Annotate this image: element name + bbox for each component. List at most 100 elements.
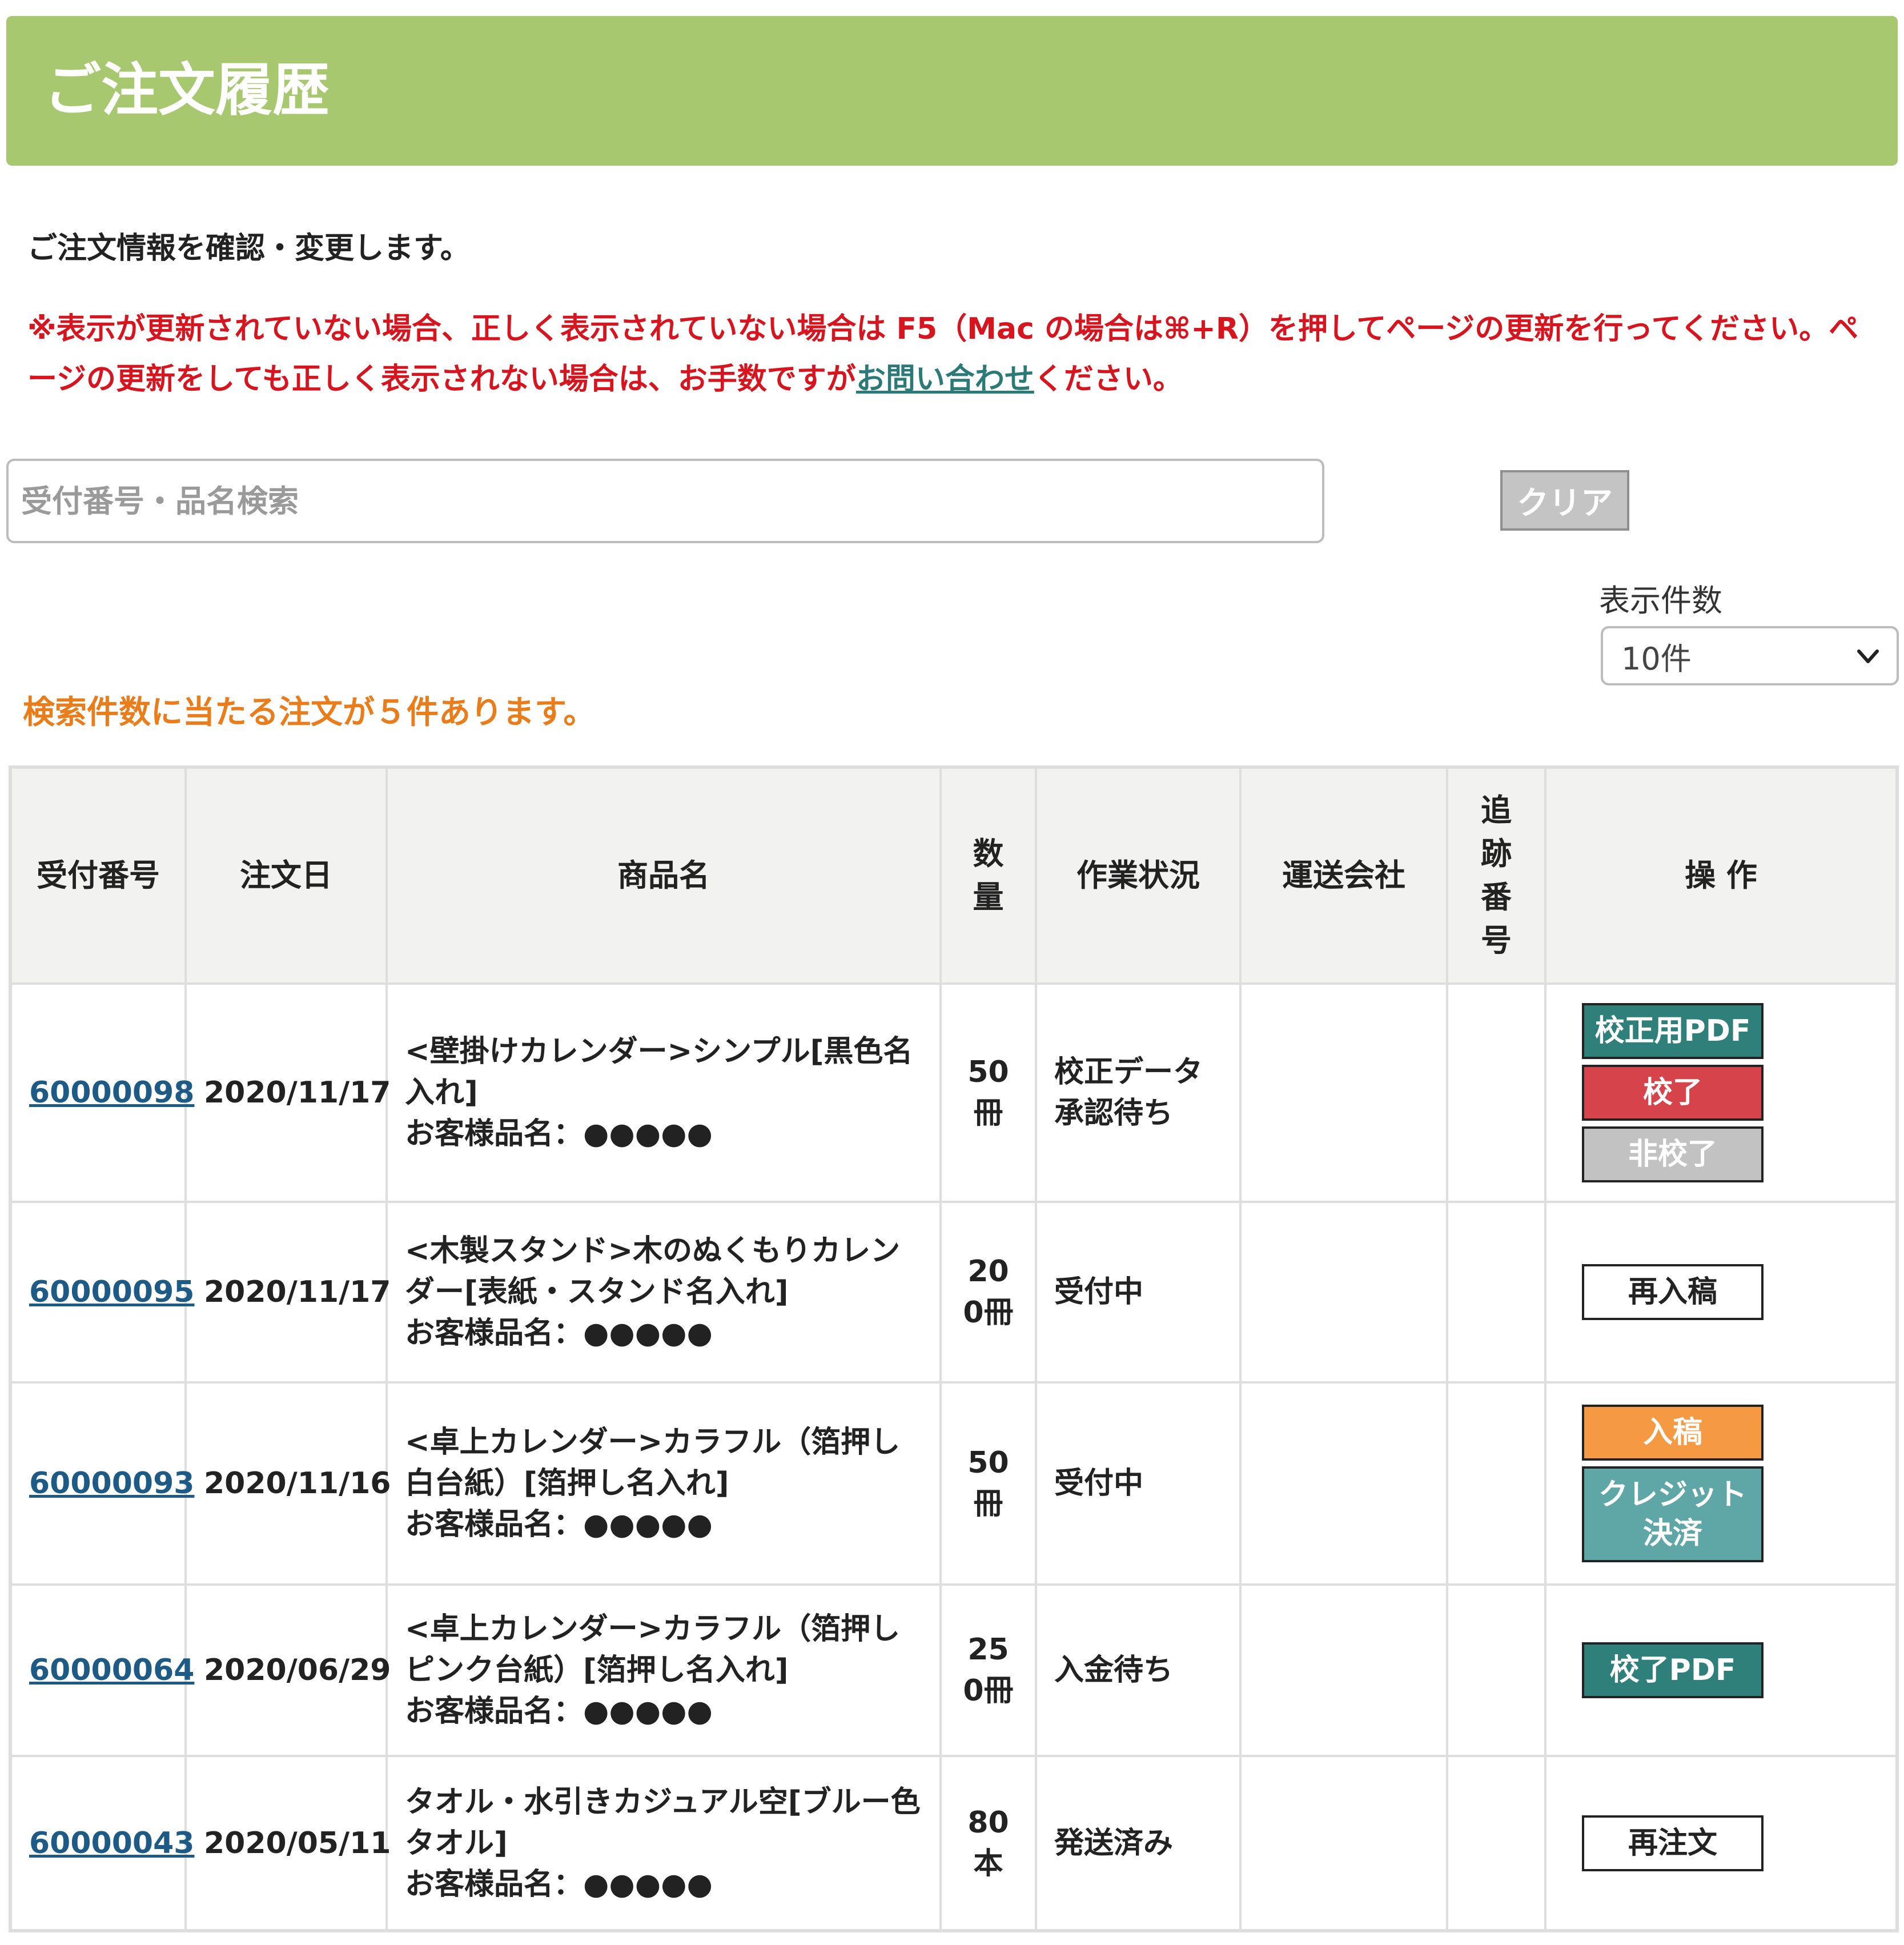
table-header-row: 受付番号 注文日 商品名 数量 作業状況 運送会社 追跡番号 操 作 [9, 766, 1898, 985]
order-number-link[interactable]: 60000093 [29, 1466, 194, 1501]
work-status: 受付中 [1035, 1381, 1242, 1586]
quantity: 50冊 [967, 1055, 1009, 1130]
customer-product-name: お客様品名：●●●●● [405, 1867, 713, 1902]
order-no-cell: 60000064 [9, 1583, 194, 1757]
final-pdf-button[interactable]: 校了PDF [1582, 1642, 1764, 1698]
upload-button[interactable]: 入稿 [1582, 1405, 1764, 1461]
approve-proof-button[interactable]: 校了 [1582, 1065, 1764, 1121]
order-no-cell: 60000098 [9, 982, 194, 1203]
tracking-number [1446, 1583, 1547, 1757]
actions-cell: 校正用PDF 校了 非校了 [1544, 982, 1898, 1203]
col-header-quantity: 数量 [939, 766, 1037, 985]
product-cell: <卓上カレンダー>カラフル（箔押しピンク台紙）[箔押し名入れ] お客様品名：●●… [385, 1583, 942, 1757]
contact-link[interactable]: お問い合わせ [856, 362, 1034, 396]
resubmit-button[interactable]: 再入稿 [1582, 1264, 1764, 1320]
order-number-link[interactable]: 60000064 [29, 1653, 194, 1687]
tracking-number [1446, 1755, 1547, 1932]
order-date: 2020/06/29 [184, 1583, 391, 1757]
product-cell: タオル・水引きカジュアル空[ブルー色タオル] お客様品名：●●●●● [385, 1755, 942, 1932]
col-header-product: 商品名 [385, 766, 942, 985]
order-date: 2020/11/17 [184, 1201, 391, 1383]
product-name: <木製スタンド>木のぬくもりカレンダー[表紙・スタンド名入れ] [405, 1234, 901, 1309]
reorder-button[interactable]: 再注文 [1582, 1815, 1764, 1871]
product-cell: <壁掛けカレンダー>シンプル[黒色名入れ] お客様品名：●●●●● [385, 982, 942, 1203]
tracking-header-text: 追跡番号 [1481, 792, 1512, 959]
carrier [1239, 1583, 1448, 1757]
search-input[interactable] [6, 459, 1324, 543]
product-name: <卓上カレンダー>カラフル（箔押しピンク台紙）[箔押し名入れ] [405, 1612, 901, 1687]
product-cell: <卓上カレンダー>カラフル（箔押し白台紙）[箔押し名入れ] お客様品名：●●●●… [385, 1381, 942, 1586]
customer-product-name: お客様品名：●●●●● [405, 1117, 713, 1151]
quantity: 250冊 [963, 1633, 1014, 1708]
carrier [1239, 982, 1448, 1203]
customer-product-name: お客様品名：●●●●● [405, 1316, 713, 1350]
col-header-order-date: 注文日 [184, 766, 388, 985]
quantity-cell: 50冊 [939, 982, 1037, 1203]
quantity: 80本 [967, 1805, 1009, 1881]
actions-cell: 再入稿 [1544, 1201, 1898, 1383]
work-status: 入金待ち [1035, 1583, 1242, 1757]
order-no-cell: 60000095 [9, 1201, 194, 1383]
customer-product-name: お客様品名：●●●●● [405, 1507, 713, 1542]
page-title: ご注文履歴 [44, 57, 330, 123]
action-buttons: 校了PDF [1564, 1642, 1878, 1698]
action-buttons: 再入稿 [1564, 1264, 1878, 1320]
tracking-number [1446, 1381, 1547, 1586]
order-date: 2020/11/17 [184, 982, 391, 1203]
col-header-order-no: 受付番号 [9, 766, 187, 985]
work-status: 受付中 [1035, 1201, 1242, 1383]
quantity-cell: 80本 [939, 1755, 1037, 1932]
orders-table: 受付番号 注文日 商品名 数量 作業状況 運送会社 追跡番号 操 作 60000… [9, 765, 1899, 1932]
col-header-tracking: 追跡番号 [1446, 766, 1547, 985]
actions-cell: 校了PDF [1544, 1583, 1898, 1757]
work-status: 校正データ承認待ち [1035, 982, 1242, 1203]
product-name: タオル・水引きカジュアル空[ブルー色タオル] [405, 1784, 921, 1860]
order-date: 2020/05/11 [184, 1755, 391, 1932]
order-number-link[interactable]: 60000095 [29, 1275, 194, 1309]
order-number-link[interactable]: 60000043 [29, 1826, 194, 1860]
table-row: 60000064 2020/06/29 <卓上カレンダー>カラフル（箔押しピンク… [9, 1583, 1898, 1757]
actions-cell: 入稿 クレジット決済 [1544, 1381, 1898, 1586]
quantity: 200冊 [963, 1254, 1014, 1330]
chevron-down-icon [1857, 649, 1879, 663]
credit-payment-button[interactable]: クレジット決済 [1582, 1466, 1764, 1562]
quantity-cell: 50冊 [939, 1381, 1037, 1586]
table-row: 60000095 2020/11/17 <木製スタンド>木のぬくもりカレンダー[… [9, 1201, 1898, 1383]
page-size-select[interactable]: 10件 [1601, 626, 1899, 685]
tracking-number [1446, 982, 1547, 1203]
quantity-cell: 200冊 [939, 1201, 1037, 1383]
table-row: 60000043 2020/05/11 タオル・水引きカジュアル空[ブルー色タオ… [9, 1755, 1898, 1932]
page-size-label: 表示件数 [1599, 583, 1722, 619]
table-row: 60000093 2020/11/16 <卓上カレンダー>カラフル（箔押し白台紙… [9, 1381, 1898, 1586]
order-date: 2020/11/16 [184, 1381, 391, 1586]
notice-text-end: ください。 [1034, 362, 1183, 396]
order-no-cell: 60000093 [9, 1381, 194, 1586]
quantity-cell: 250冊 [939, 1583, 1037, 1757]
clear-button[interactable]: クリア [1500, 470, 1629, 531]
refresh-notice: ※表示が更新されていない場合、正しく表示されていない場合は F5（Mac の場合… [27, 304, 1878, 404]
intro-text: ご注文情報を確認・変更します。 [27, 231, 470, 266]
carrier [1239, 1201, 1448, 1383]
proof-pdf-button[interactable]: 校正用PDF [1582, 1003, 1764, 1059]
quantity-header-text: 数量 [973, 836, 1004, 915]
col-header-actions: 操 作 [1544, 766, 1898, 985]
page-size-value: 10件 [1621, 640, 1692, 677]
action-buttons: 校正用PDF 校了 非校了 [1564, 1003, 1878, 1182]
order-no-cell: 60000043 [9, 1755, 194, 1932]
reject-proof-button[interactable]: 非校了 [1582, 1126, 1764, 1182]
actions-cell: 再注文 [1544, 1755, 1898, 1932]
product-cell: <木製スタンド>木のぬくもりカレンダー[表紙・スタンド名入れ] お客様品名：●●… [385, 1201, 942, 1383]
result-count: 検索件数に当たる注文が５件あります。 [23, 694, 596, 731]
col-header-status: 作業状況 [1035, 766, 1242, 985]
product-name: <壁掛けカレンダー>シンプル[黒色名入れ] [405, 1034, 913, 1110]
product-name: <卓上カレンダー>カラフル（箔押し白台紙）[箔押し名入れ] [405, 1425, 901, 1501]
order-number-link[interactable]: 60000098 [29, 1076, 194, 1110]
work-status: 発送済み [1035, 1755, 1242, 1932]
page-header: ご注文履歴 [6, 16, 1898, 166]
action-buttons: 入稿 クレジット決済 [1564, 1405, 1878, 1562]
customer-product-name: お客様品名：●●●●● [405, 1694, 713, 1729]
tracking-number [1446, 1201, 1547, 1383]
quantity: 50冊 [967, 1446, 1009, 1521]
col-header-carrier: 運送会社 [1239, 766, 1448, 985]
table-row: 60000098 2020/11/17 <壁掛けカレンダー>シンプル[黒色名入れ… [9, 982, 1898, 1203]
